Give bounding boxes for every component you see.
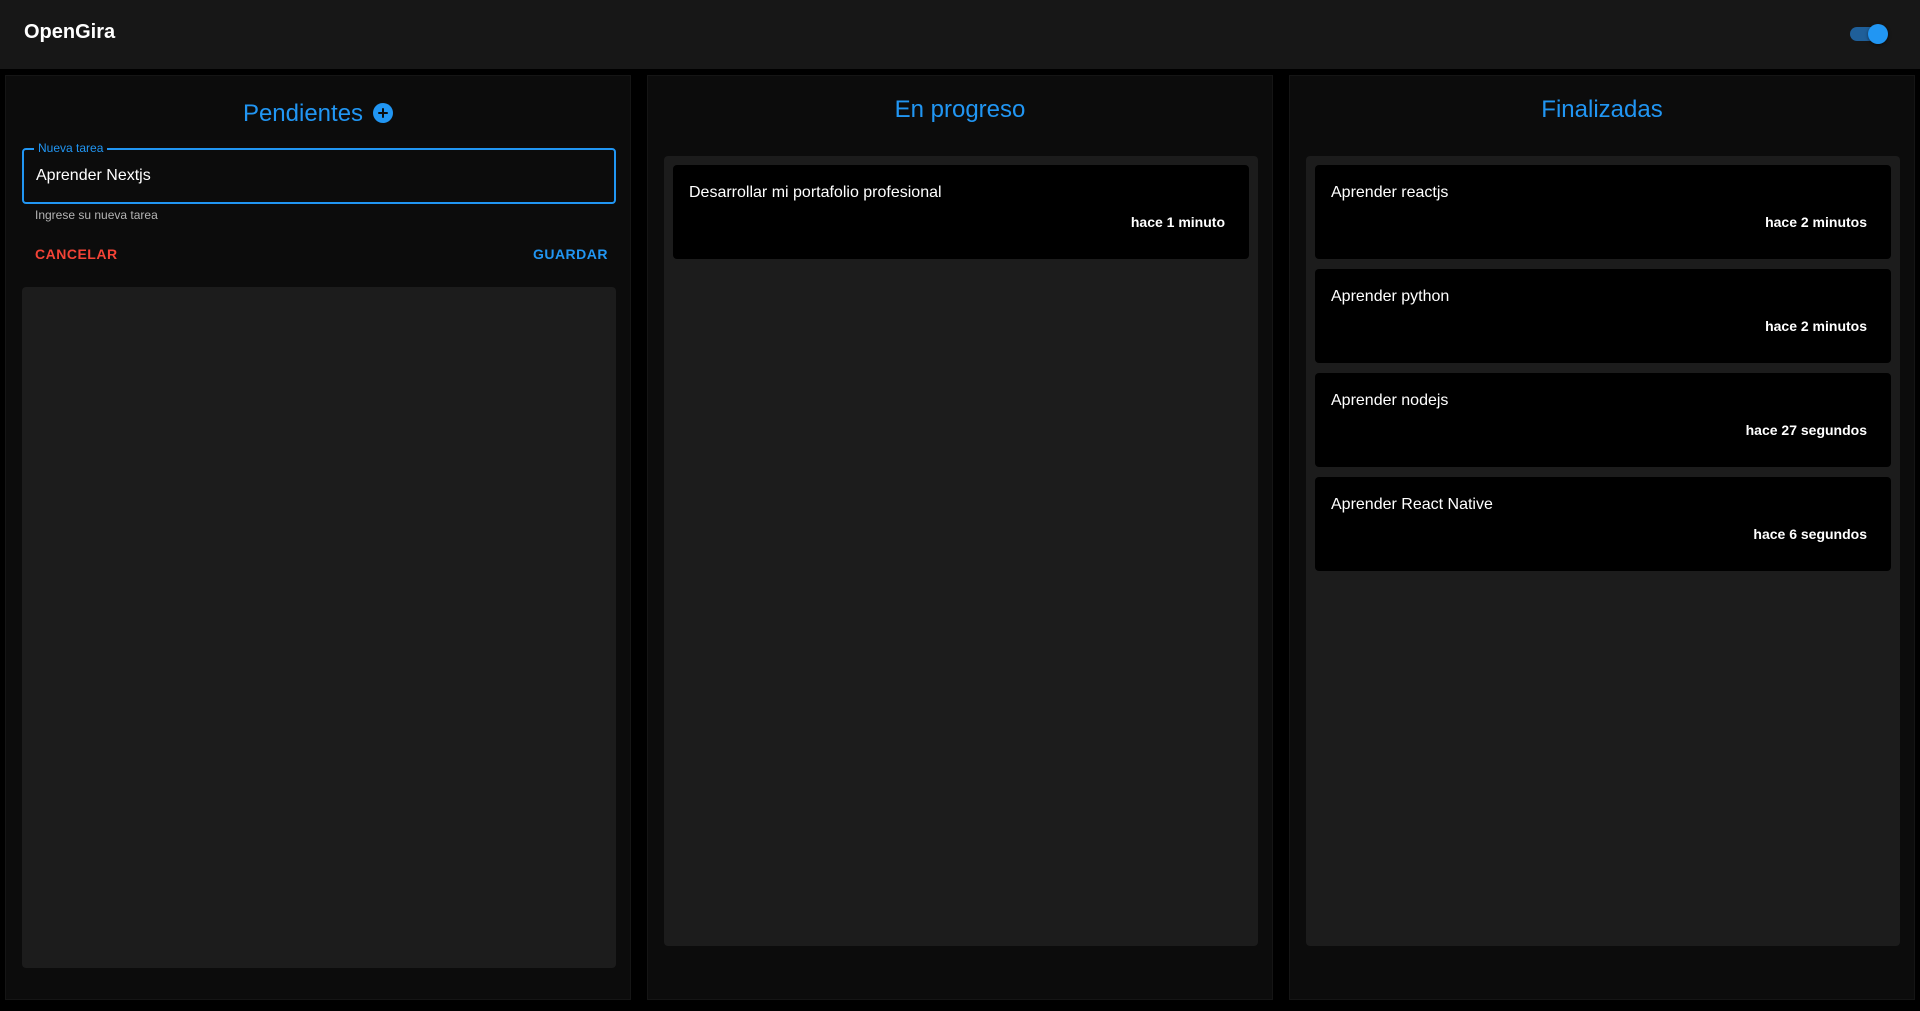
- task-title: Aprender nodejs: [1331, 392, 1449, 409]
- task-card[interactable]: Desarrollar mi portafolio profesional ha…: [673, 165, 1249, 259]
- task-time: hace 2 minutos: [1765, 318, 1867, 334]
- new-task-field-label: Nueva tarea: [34, 141, 108, 155]
- pending-task-list: [22, 287, 616, 968]
- task-card[interactable]: Aprender reactjs hace 2 minutos: [1315, 165, 1891, 259]
- in-progress-task-list: Desarrollar mi portafolio profesional ha…: [664, 156, 1258, 946]
- task-time: hace 6 segundos: [1753, 526, 1867, 542]
- task-time: hace 1 minuto: [1130, 214, 1225, 230]
- switch-thumb: [1868, 24, 1888, 44]
- done-task-list: Aprender reactjs hace 2 minutos Aprender…: [1306, 156, 1900, 946]
- app-bar: OpenGira: [0, 0, 1920, 69]
- done-column: Finalizadas Aprender reactjs hace 2 minu…: [1289, 75, 1915, 1000]
- task-card[interactable]: Aprender React Native hace 6 segundos: [1315, 477, 1891, 571]
- task-title: Desarrollar mi portafolio profesional: [689, 184, 942, 201]
- pending-column-header: Pendientes: [6, 98, 630, 130]
- task-title: Aprender python: [1331, 288, 1450, 305]
- new-task-input[interactable]: [36, 164, 596, 188]
- add-circle-icon[interactable]: [373, 102, 394, 123]
- save-button[interactable]: GUARDAR: [525, 242, 616, 266]
- task-title: Aprender reactjs: [1331, 184, 1449, 201]
- task-time: hace 27 segundos: [1745, 422, 1867, 438]
- in-progress-column: En progreso Desarrollar mi portafolio pr…: [647, 75, 1273, 1000]
- task-card[interactable]: Aprender python hace 2 minutos: [1315, 269, 1891, 363]
- app-title: OpenGira: [24, 21, 116, 43]
- new-task-field: Nueva tarea: [22, 141, 616, 204]
- new-task-helper-text: Ingrese su nueva tarea: [35, 208, 158, 222]
- task-time: hace 2 minutos: [1765, 214, 1867, 230]
- task-title: Aprender React Native: [1331, 496, 1493, 513]
- in-progress-column-title: En progreso: [894, 96, 1026, 123]
- done-column-title: Finalizadas: [1541, 96, 1663, 123]
- pending-column: Pendientes Nueva tarea Ingrese su nueva …: [5, 75, 631, 1000]
- task-card[interactable]: Aprender nodejs hace 27 segundos: [1315, 373, 1891, 467]
- cancel-button[interactable]: CANCELAR: [27, 242, 126, 266]
- theme-toggle-switch[interactable]: [1848, 22, 1890, 44]
- pending-column-title: Pendientes: [242, 100, 364, 127]
